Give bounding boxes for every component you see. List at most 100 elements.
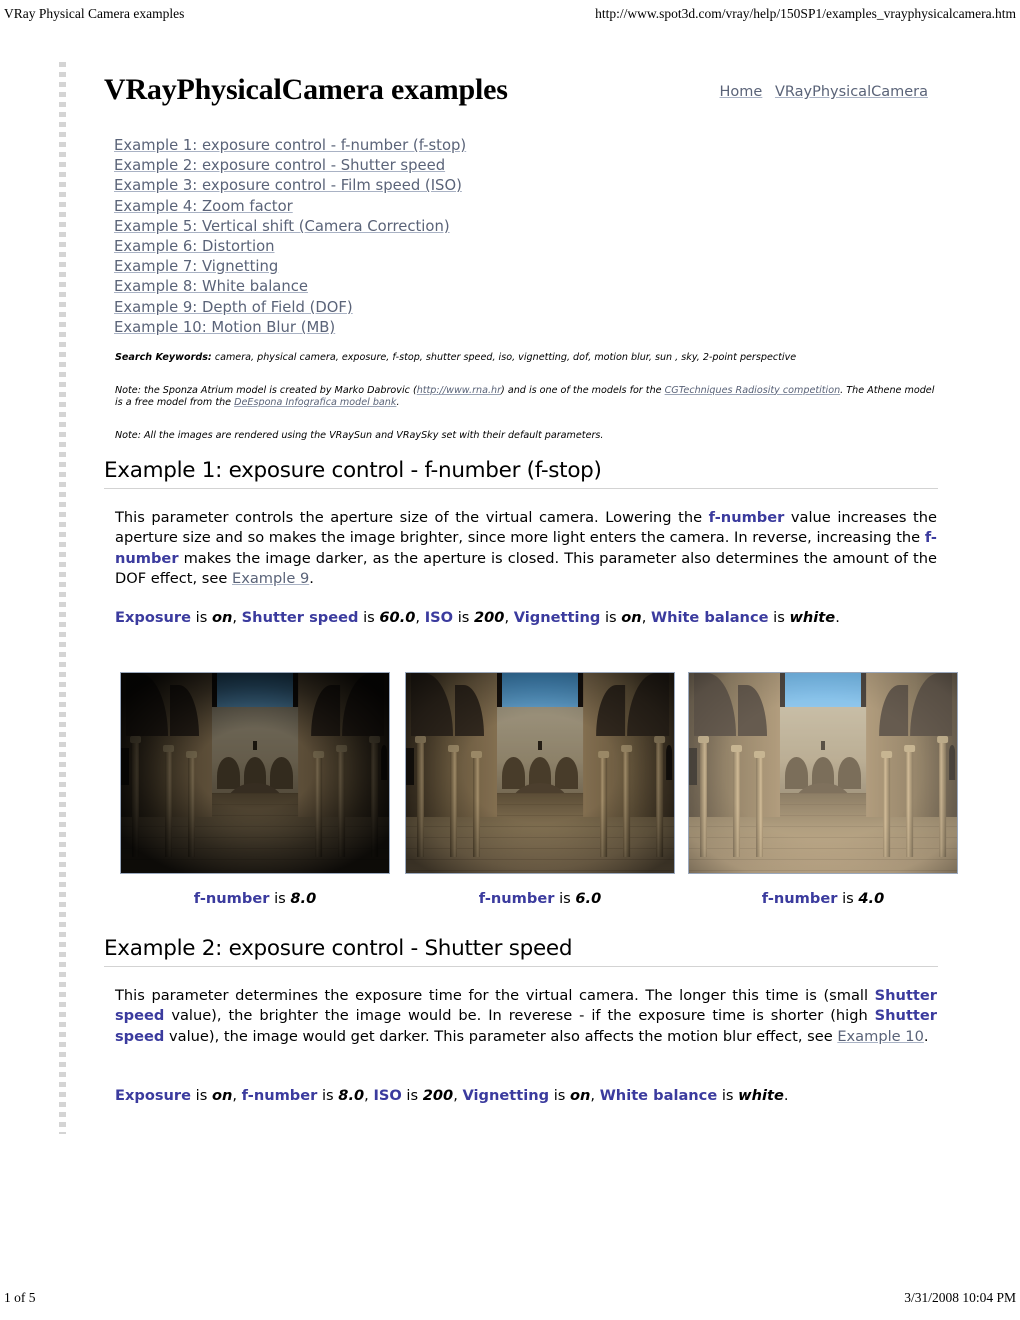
render-image-f8[interactable] bbox=[120, 672, 390, 874]
s1-setting-whitebalance-value: white bbox=[789, 609, 836, 626]
render-image-f4[interactable] bbox=[688, 672, 958, 874]
s2-setting-vignetting-value: on bbox=[570, 1087, 591, 1104]
s2-setting-is-5: is bbox=[717, 1087, 739, 1104]
toc-link-example-1[interactable]: Example 1: exposure control - f-number (… bbox=[114, 136, 814, 156]
section-example-2: Example 2: exposure control - Shutter sp… bbox=[0, 936, 1020, 967]
toc-link-example-9[interactable]: Example 9: Depth of Field (DOF) bbox=[114, 298, 814, 318]
s1-sep-3: , bbox=[504, 609, 514, 626]
section-2-heading: Example 2: exposure control - Shutter sp… bbox=[104, 936, 938, 967]
note1-text-a: Note: the Sponza Atrium model is created… bbox=[115, 384, 417, 396]
s2-setting-iso-value: 200 bbox=[422, 1087, 454, 1104]
print-timestamp: 3/31/2008 10:04 PM bbox=[904, 1290, 1016, 1305]
caption-1-param: f-number bbox=[193, 890, 270, 907]
s2-sep-4: , bbox=[590, 1087, 600, 1104]
note1-link-cgtechniques[interactable]: CGTechniques Radiosity competition bbox=[665, 385, 841, 396]
render-image-f6[interactable] bbox=[405, 672, 675, 874]
page-header: VRayPhysicalCamera examples Home VRayPhy… bbox=[104, 72, 942, 112]
s2-para-t4: . bbox=[923, 1027, 929, 1045]
caption-f4: f-number is 4.0 bbox=[688, 888, 958, 910]
print-footer: 1 of 5 3/31/2008 10:04 PM bbox=[0, 1290, 1020, 1308]
caption-f6: f-number is 6.0 bbox=[405, 888, 675, 910]
s2-setting-fnumber-label: f-number bbox=[241, 1087, 318, 1104]
right-colonnade bbox=[582, 673, 674, 858]
section-1-paragraph: This parameter controls the aperture siz… bbox=[115, 508, 937, 589]
example-1-caption-row: f-number is 8.0 f-number is 6.0 f-number… bbox=[120, 888, 980, 912]
section-2-settings: Exposure is on, f-number is 8.0, ISO is … bbox=[0, 1086, 1020, 1106]
s2-setting-is-4: is bbox=[549, 1087, 570, 1104]
s2-setting-vignetting-label: Vignetting bbox=[462, 1087, 550, 1104]
caption-2-value: 6.0 bbox=[575, 890, 602, 907]
toc-link-example-8[interactable]: Example 8: White balance bbox=[114, 277, 814, 297]
caption-3-param: f-number bbox=[761, 890, 838, 907]
note1-link-rna[interactable]: http://www.rna.hr bbox=[417, 385, 501, 396]
right-colonnade bbox=[865, 673, 957, 858]
left-colonnade bbox=[689, 673, 781, 858]
toc-link-example-4[interactable]: Example 4: Zoom factor bbox=[114, 197, 814, 217]
caption-1-value: 8.0 bbox=[290, 890, 317, 907]
caption-2-param: f-number bbox=[478, 890, 555, 907]
page-title: VRayPhysicalCamera examples bbox=[104, 73, 508, 106]
s2-setting-whitebalance-value: white bbox=[738, 1087, 784, 1104]
search-keywords: Search Keywords: camera, physical camera… bbox=[115, 352, 943, 365]
toc-link-example-2[interactable]: Example 2: exposure control - Shutter sp… bbox=[114, 156, 814, 176]
s2-setting-is-3: is bbox=[401, 1087, 423, 1104]
s2-setting-exposure-value: on bbox=[211, 1087, 233, 1104]
s1-setting-exposure-label: Exposure bbox=[115, 609, 192, 626]
s2-para-t2: value), the brighter the image would be.… bbox=[164, 1007, 875, 1025]
s1-link-example-9[interactable]: Example 9 bbox=[232, 570, 309, 587]
note1-text-d: . bbox=[396, 397, 400, 408]
wall-slit bbox=[538, 741, 543, 751]
s2-para-t1: This parameter determines the exposure t… bbox=[115, 987, 875, 1004]
section-1-settings: Exposure is on, Shutter speed is 60.0, I… bbox=[0, 608, 1020, 628]
note1-text-b: ) and is one of the models for the bbox=[501, 384, 665, 396]
search-keywords-label: Search Keywords: bbox=[115, 352, 212, 363]
s1-setting-whitebalance-label: White balance bbox=[650, 609, 769, 626]
note-model-credits: Note: the Sponza Atrium model is created… bbox=[115, 385, 943, 410]
section-2-body: This parameter determines the exposure t… bbox=[0, 986, 1020, 1047]
toc-link-example-5[interactable]: Example 5: Vertical shift (Camera Correc… bbox=[114, 217, 814, 237]
section-2-paragraph: This parameter determines the exposure t… bbox=[115, 986, 937, 1047]
toc-link-example-7[interactable]: Example 7: Vignetting bbox=[114, 257, 814, 277]
s1-para-t4: . bbox=[309, 569, 314, 587]
s2-setting-is-1: is bbox=[191, 1087, 212, 1104]
page-number: 1 of 5 bbox=[4, 1290, 36, 1305]
toc-link-example-3[interactable]: Example 3: exposure control - Film speed… bbox=[114, 176, 814, 196]
print-header: VRay Physical Camera examples http://www… bbox=[0, 6, 1020, 26]
example-toc: Example 1: exposure control - f-number (… bbox=[114, 136, 814, 338]
note1-link-deespona[interactable]: DeEspona Infografica model bank bbox=[234, 397, 396, 408]
s1-setting-is-1: is bbox=[191, 609, 212, 626]
section-1-body: This parameter controls the aperture siz… bbox=[0, 508, 1020, 589]
section-1-heading: Example 1: exposure control - f-number (… bbox=[104, 458, 938, 489]
caption-3-value: 4.0 bbox=[858, 890, 885, 907]
s1-setting-vignetting-value: on bbox=[621, 609, 642, 626]
metadata-notes: Search Keywords: camera, physical camera… bbox=[115, 352, 943, 442]
note-render-settings: Note: All the images are rendered using … bbox=[115, 429, 604, 441]
s2-setting-iso-label: ISO bbox=[373, 1087, 402, 1104]
s1-param-fnumber-1: f-number bbox=[708, 509, 785, 526]
s1-sep-2: , bbox=[415, 609, 425, 626]
s1-sep-4: , bbox=[641, 609, 651, 626]
s2-setting-is-2: is bbox=[317, 1087, 339, 1104]
left-colonnade bbox=[406, 673, 498, 858]
s2-setting-exposure-label: Exposure bbox=[115, 1087, 192, 1104]
s2-sep-1: , bbox=[232, 1087, 242, 1104]
s1-setting-exposure-value: on bbox=[211, 609, 233, 626]
search-keywords-text: camera, physical camera, exposure, f-sto… bbox=[214, 352, 797, 363]
print-header-title: VRay Physical Camera examples bbox=[4, 6, 185, 21]
s2-setting-whitebalance-label: White balance bbox=[599, 1087, 718, 1104]
breadcrumb: Home VRayPhysicalCamera bbox=[712, 84, 928, 100]
caption-1-is: is bbox=[269, 890, 291, 907]
nav-link-home[interactable]: Home bbox=[720, 84, 763, 100]
left-dotted-border bbox=[59, 62, 66, 1134]
wall-slit bbox=[253, 741, 258, 751]
section-1-settings-line: Exposure is on, Shutter speed is 60.0, I… bbox=[115, 608, 937, 628]
nav-link-vrayphysicalcamera[interactable]: VRayPhysicalCamera bbox=[775, 84, 928, 100]
s2-setting-fnumber-value: 8.0 bbox=[338, 1087, 365, 1104]
toc-link-example-6[interactable]: Example 6: Distortion bbox=[114, 237, 814, 257]
s2-setting-end: . bbox=[783, 1087, 789, 1104]
s2-link-example-10[interactable]: Example 10 bbox=[837, 1028, 924, 1045]
wall-slit bbox=[821, 741, 826, 751]
toc-link-example-10[interactable]: Example 10: Motion Blur (MB) bbox=[114, 318, 814, 338]
s1-setting-iso-value: 200 bbox=[474, 609, 505, 626]
s1-setting-is-4: is bbox=[600, 609, 622, 626]
